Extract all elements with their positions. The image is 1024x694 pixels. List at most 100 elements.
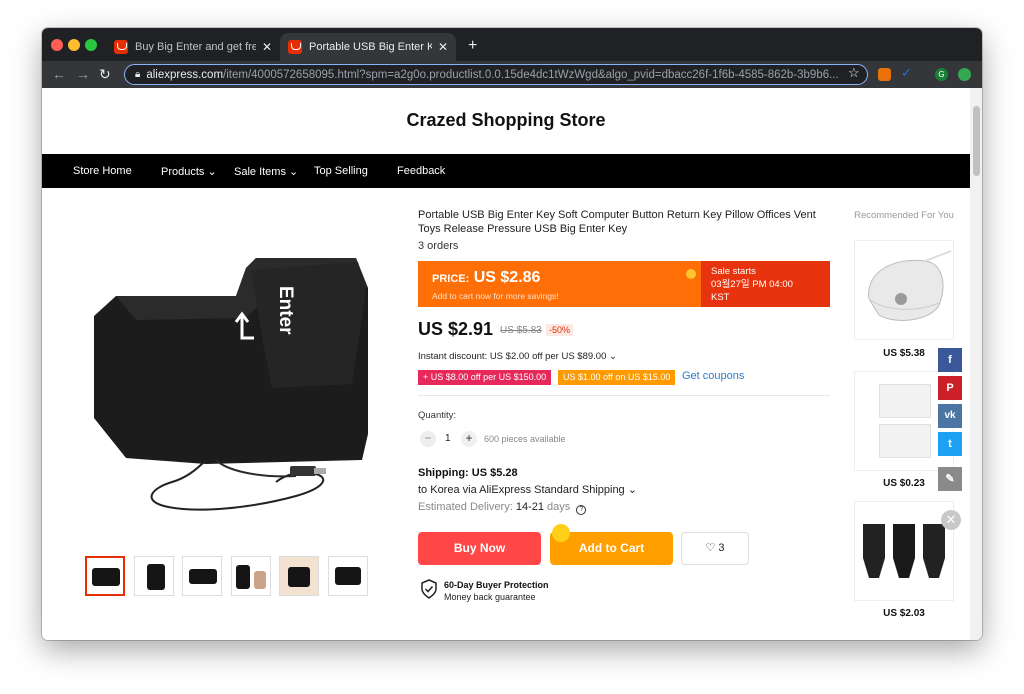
thumbnail-3[interactable] [182, 556, 222, 596]
sale-countdown: Sale starts 03월27일 PM 04:00 KST [701, 261, 830, 307]
profile-avatar[interactable]: G [935, 68, 948, 81]
back-arrow-icon[interactable]: ← [52, 66, 66, 82]
product-title: Portable USB Big Enter Key Soft Computer… [418, 209, 816, 235]
extension-shield-icon[interactable] [958, 68, 971, 81]
wishlist-button[interactable]: ♡ 3 [681, 532, 749, 565]
nav-products-label: Products [161, 166, 205, 178]
shield-check-icon [421, 579, 437, 599]
delivery-value: 14-21 [515, 501, 544, 513]
chevron-down-icon: ⌄ [207, 166, 217, 178]
current-price: US $2.91 [418, 319, 494, 339]
promo-price-block: PRICE: US $2.86 [432, 269, 540, 287]
nav-store-home[interactable]: Store Home [73, 165, 132, 177]
promo-price-label: PRICE: [432, 273, 470, 285]
vk-share-icon[interactable]: vk [938, 404, 962, 428]
scrollbar[interactable] [970, 88, 982, 640]
tab-title: Buy Big Enter and get free ship [135, 41, 256, 53]
orders-count: 3 orders [418, 240, 459, 252]
edit-pencil-icon[interactable]: ✎ [938, 467, 962, 491]
promo-price: US $2.86 [473, 269, 541, 286]
nav-products[interactable]: Products ⌄ [161, 165, 217, 178]
get-coupons-link[interactable]: Get coupons [682, 370, 744, 382]
sale-title: Sale starts [711, 266, 756, 277]
divider [418, 395, 830, 396]
coupon-select[interactable]: US $1.00 off on US $15.00 [558, 370, 676, 385]
browser-window: Buy Big Enter and get free ship ✕ Portab… [42, 28, 982, 640]
thumbnail-1[interactable] [85, 556, 125, 596]
recommended-title: Recommended For You [854, 210, 954, 221]
delivery-label: Estimated Delivery: [418, 501, 513, 513]
help-icon[interactable]: ? [576, 505, 587, 515]
bookmark-star-icon[interactable]: ☆ [848, 65, 860, 81]
extension-ek-icon[interactable] [878, 68, 891, 81]
nav-sale-items[interactable]: Sale Items ⌄ [234, 165, 298, 178]
lock-icon: 🔒︎ [135, 69, 141, 80]
mask-image [868, 250, 952, 321]
forward-arrow-icon[interactable]: → [76, 66, 90, 82]
thumbnail-4[interactable] [231, 556, 271, 596]
recommended-item-3[interactable] [854, 501, 954, 601]
close-icon[interactable]: ✕ [941, 510, 961, 530]
shipping-method[interactable]: to Korea via AliExpress Standard Shippin… [418, 483, 637, 496]
quantity-increase-button[interactable]: + [461, 431, 477, 447]
pinterest-share-icon[interactable]: P [938, 376, 962, 400]
thumbnail-6[interactable] [328, 556, 368, 596]
twitter-share-icon[interactable]: t [938, 432, 962, 456]
store-nav: Store Home Products ⌄ Sale Items ⌄ Top S… [42, 154, 970, 188]
aliexpress-favicon-icon [114, 40, 128, 54]
recommended-price-3: US $2.03 [883, 608, 925, 619]
buy-now-button[interactable]: Buy Now [418, 532, 541, 565]
nav-feedback[interactable]: Feedback [397, 165, 445, 177]
instant-discount[interactable]: Instant discount: US $2.00 off per US $8… [418, 351, 617, 362]
tab-title: Portable USB Big Enter Key Sof [309, 41, 432, 53]
minimize-window-button[interactable] [68, 39, 80, 51]
heart-icon: ♡ [705, 542, 716, 554]
promo-subtext: Add to cart now for more savings! [432, 291, 559, 301]
buyer-protection-subtitle: Money back guarantee [444, 592, 536, 602]
sale-time: 03월27일 PM 04:00 [711, 279, 793, 290]
thumbnail-2[interactable] [134, 556, 174, 596]
url-host: aliexpress.com [146, 68, 224, 81]
delivery-unit: days [547, 501, 571, 513]
quantity-value[interactable]: 1 [445, 433, 451, 444]
url-path: /item/4000572658095.html?spm=a2g0o.produ… [223, 68, 839, 81]
tab-close-icon[interactable]: ✕ [262, 40, 272, 54]
original-price: US $5.83 [500, 325, 542, 336]
quantity-label: Quantity: [418, 410, 457, 421]
page-content: Crazed Shopping Store Store Home Product… [42, 88, 982, 640]
discount-badge: -50% [546, 324, 574, 336]
facebook-share-icon[interactable]: f [938, 348, 962, 372]
reload-icon[interactable]: ↻ [99, 66, 111, 83]
nav-sale-items-label: Sale Items [234, 166, 286, 178]
promo-banner: PRICE: US $2.86 Add to cart now for more… [418, 261, 830, 307]
cart-sparkle-icon [552, 524, 570, 542]
tab-strip: Buy Big Enter and get free ship ✕ Portab… [42, 28, 982, 61]
store-title: Crazed Shopping Store [406, 110, 606, 130]
quantity-decrease-button[interactable]: − [420, 431, 436, 447]
shipping-price: Shipping: US $5.28 [418, 467, 518, 479]
chevron-down-icon: ⌄ [289, 166, 299, 178]
tab-buy-big-enter[interactable]: Buy Big Enter and get free ship ✕ [106, 33, 280, 61]
tab-portable-usb[interactable]: Portable USB Big Enter Key Sof ✕ [280, 33, 456, 61]
recommended-item-1[interactable] [854, 240, 954, 340]
enter-key-label: Enter [275, 286, 296, 335]
address-bar[interactable]: 🔒︎ aliexpress.com/item/4000572658095.htm… [124, 64, 868, 85]
coupon-store[interactable]: + US $8.00 off per US $150.00 [418, 370, 552, 385]
close-window-button[interactable] [51, 39, 63, 51]
product-main-image[interactable]: Enter [76, 238, 376, 528]
pieces-available: 600 pieces available [484, 434, 566, 444]
maximize-window-button[interactable] [85, 39, 97, 51]
browser-toolbar: ← → ↻ 🔒︎ aliexpress.com/item/40005726580… [42, 61, 982, 88]
estimated-delivery: Estimated Delivery: 14-21 days ? [418, 501, 587, 515]
promo-dot-icon [686, 269, 696, 279]
tab-close-icon[interactable]: ✕ [438, 40, 448, 54]
nav-top-selling[interactable]: Top Selling [314, 165, 368, 177]
extension-check-icon[interactable]: ✓ [901, 65, 914, 80]
wishlist-count: 3 [718, 542, 725, 554]
sale-timezone: KST [711, 292, 730, 303]
thumbnail-5[interactable] [279, 556, 319, 596]
new-tab-button[interactable]: + [468, 37, 477, 55]
aliexpress-favicon-icon [288, 40, 302, 54]
scrollbar-thumb[interactable] [973, 106, 980, 176]
nozzle-image [863, 524, 945, 578]
